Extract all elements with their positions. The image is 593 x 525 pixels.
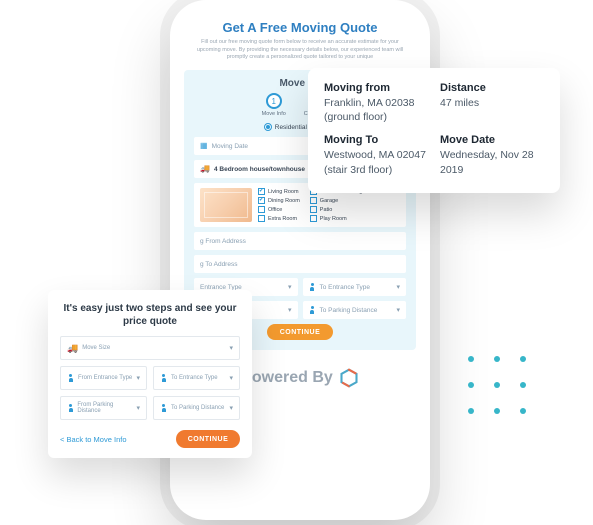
person-icon xyxy=(309,306,316,314)
truck-icon: 🚚 xyxy=(67,343,78,354)
date-value: Wednesday, Nov 28 2019 xyxy=(440,148,544,176)
step2-card: It's easy just two steps and see your pr… xyxy=(48,290,252,458)
checkbox-icon xyxy=(258,188,265,195)
summary-to: Moving To Westwood, MA 02047 (stair 3rd … xyxy=(324,134,428,176)
distance-heading: Distance xyxy=(440,82,544,94)
to-value: Westwood, MA 02047 (stair 3rd floor) xyxy=(324,148,428,176)
to-address-placeholder: g To Address xyxy=(200,261,237,268)
checkbox-icon xyxy=(310,215,317,222)
entrance-row-2: From Entrance Type▾ To Entrance Type▾ xyxy=(60,366,240,390)
radio-label: Residential xyxy=(275,124,307,131)
to-parking-select-2[interactable]: To Parking Distance▾ xyxy=(153,396,240,420)
floorplan-thumbnail xyxy=(200,188,252,222)
move-size-value: 4 Bedroom house/townhouse xyxy=(214,166,305,173)
checkbox-icon xyxy=(310,197,317,204)
checkbox-icon xyxy=(258,206,265,213)
to-entrance-select[interactable]: To Entrance Type▾ xyxy=(303,278,407,296)
opt-play-room[interactable]: Play Room xyxy=(310,215,366,222)
to-heading: Moving To xyxy=(324,134,428,146)
checkbox-icon xyxy=(258,197,265,204)
from-parking-select-2[interactable]: From Parking Distance▾ xyxy=(60,396,147,420)
chevron-down-icon: ▾ xyxy=(396,306,400,314)
step2-footer: < Back to Move Info CONTINUE xyxy=(60,430,240,448)
step2-heading: It's easy just two steps and see your pr… xyxy=(60,302,240,328)
person-icon xyxy=(309,283,316,291)
moving-date-placeholder: Moving Date xyxy=(212,143,249,150)
step-move-info[interactable]: 1 Move Info xyxy=(262,93,286,117)
opt-living-room[interactable]: Living Room xyxy=(258,188,300,195)
chevron-down-icon: ▾ xyxy=(229,404,233,412)
date-heading: Move Date xyxy=(440,134,544,146)
chevron-down-icon: ▾ xyxy=(288,283,292,291)
truck-icon: 🚚 xyxy=(200,165,210,173)
step-number-1: 1 xyxy=(266,93,282,109)
to-entrance-select-2[interactable]: To Entrance Type▾ xyxy=(153,366,240,390)
chevron-down-icon: ▾ xyxy=(229,374,233,382)
page-title: Get A Free Moving Quote xyxy=(184,20,416,35)
decorative-dots xyxy=(468,356,534,422)
chevron-down-icon: ▾ xyxy=(136,374,140,382)
step-label-1: Move Info xyxy=(262,111,286,117)
opt-office[interactable]: Office xyxy=(258,206,300,213)
chevron-down-icon: ▾ xyxy=(396,283,400,291)
person-icon xyxy=(67,374,74,382)
summary-from: Moving from Franklin, MA 02038 (ground f… xyxy=(324,82,428,124)
room-options-grid: Living Room Basement/Storage Dining Room… xyxy=(258,188,365,222)
from-heading: Moving from xyxy=(324,82,428,94)
page-subtitle: Fill out our free moving quote form belo… xyxy=(195,39,405,62)
powered-by-label: Powered By xyxy=(241,369,333,387)
continue-button[interactable]: CONTINUE xyxy=(267,324,333,340)
summary-date: Move Date Wednesday, Nov 28 2019 xyxy=(440,134,544,176)
continue-button-2[interactable]: CONTINUE xyxy=(176,430,240,448)
checkbox-icon xyxy=(258,215,265,222)
chevron-down-icon: ▾ xyxy=(229,344,233,352)
distance-value: 47 miles xyxy=(440,96,544,110)
to-address-field[interactable]: g To Address xyxy=(194,255,406,273)
from-address-placeholder: g From Address xyxy=(200,238,246,245)
opt-dining-room[interactable]: Dining Room xyxy=(258,197,300,204)
parking-row-2: From Parking Distance▾ To Parking Distan… xyxy=(60,396,240,420)
radio-dot-icon xyxy=(264,123,272,131)
back-link[interactable]: < Back to Move Info xyxy=(60,435,127,444)
to-parking-select[interactable]: To Parking Distance▾ xyxy=(303,301,407,319)
checkbox-icon xyxy=(310,206,317,213)
opt-garage[interactable]: Garage xyxy=(310,197,366,204)
brand-hex-icon xyxy=(339,368,359,388)
from-address-field[interactable]: g From Address xyxy=(194,232,406,250)
calendar-icon: ▦ xyxy=(200,142,208,150)
chevron-down-icon: ▾ xyxy=(136,404,140,412)
from-entrance-select-2[interactable]: From Entrance Type▾ xyxy=(60,366,147,390)
person-icon xyxy=(67,404,73,412)
summary-distance: Distance 47 miles xyxy=(440,82,544,124)
person-icon xyxy=(160,404,167,412)
opt-patio[interactable]: Patio xyxy=(310,206,366,213)
radio-residential[interactable]: Residential xyxy=(264,123,307,131)
opt-extra-room[interactable]: Extra Room xyxy=(258,215,300,222)
move-size-label: Move Size xyxy=(82,345,110,351)
from-value: Franklin, MA 02038 (ground floor) xyxy=(324,96,428,124)
move-size-select-2[interactable]: 🚚 Move Size ▾ xyxy=(60,336,240,360)
person-icon xyxy=(160,374,167,382)
chevron-down-icon: ▾ xyxy=(288,306,292,314)
summary-card: Moving from Franklin, MA 02038 (ground f… xyxy=(308,68,560,193)
